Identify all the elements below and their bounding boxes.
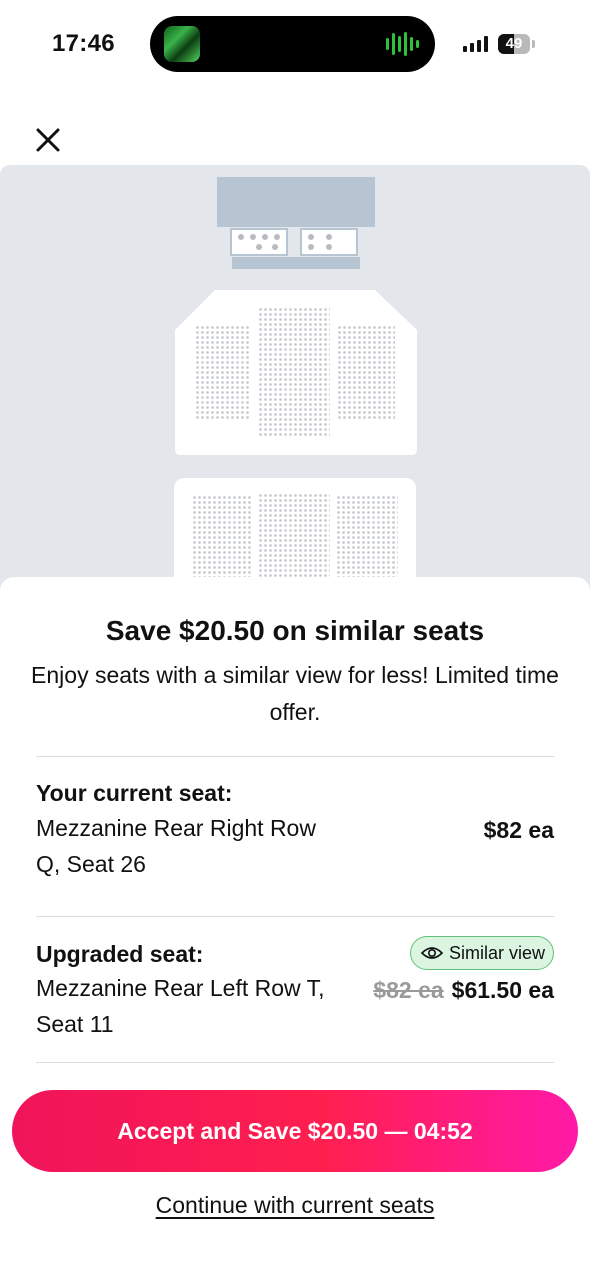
- mezzanine-seats-center: [258, 493, 330, 577]
- status-bar: 17:46 49: [0, 0, 590, 90]
- current-seat-price: $82 ea: [483, 817, 554, 843]
- close-button[interactable]: [30, 122, 66, 158]
- eye-icon: [421, 947, 443, 959]
- similar-view-badge: Similar view: [410, 936, 554, 970]
- mezzanine-seats-right: [336, 495, 398, 577]
- offer-headline: Save $20.50 on similar seats: [105, 615, 485, 646]
- battery-icon: 49: [498, 34, 536, 54]
- mezzanine-seats-left: [192, 495, 252, 577]
- stage-apron: [232, 257, 360, 269]
- continue-with-current-seats-link[interactable]: Continue with current seats: [0, 1192, 590, 1219]
- divider: [36, 1062, 554, 1063]
- seat-map[interactable]: [0, 165, 590, 605]
- upgraded-seat-price: $82 ea $61.50 ea: [373, 977, 554, 1004]
- now-playing-artwork: [164, 26, 200, 62]
- status-time: 17:46: [52, 30, 115, 57]
- divider: [36, 756, 554, 757]
- upgraded-seat-description: Mezzanine Rear Left Row T, Seat 11: [36, 975, 325, 1037]
- offer-subtext: Enjoy seats with a similar view for less…: [31, 662, 559, 725]
- box-seats-right: [300, 228, 358, 256]
- orchestra-seats-right: [337, 325, 395, 420]
- stage: [217, 177, 375, 227]
- battery-level: 49: [505, 35, 523, 52]
- orchestra-seats-center: [258, 307, 330, 437]
- original-price: $82 ea: [373, 977, 444, 1003]
- upgraded-seat-label: Upgraded seat:: [36, 941, 204, 967]
- dynamic-island: [150, 16, 435, 72]
- accept-and-save-label: Accept and Save $20.50 — 04:52: [117, 1117, 473, 1144]
- current-seat-label: Your current seat:: [36, 780, 233, 806]
- accept-and-save-button[interactable]: Accept and Save $20.50 — 04:52: [12, 1090, 578, 1172]
- similar-view-label: Similar view: [449, 942, 546, 963]
- close-icon: [36, 128, 60, 152]
- audio-waveform-icon: [386, 32, 419, 56]
- orchestra-seats-left: [195, 325, 251, 420]
- box-seats-left: [230, 228, 288, 256]
- current-seat-description: Mezzanine Rear Right Row Q, Seat 26: [36, 815, 316, 877]
- divider: [36, 916, 554, 917]
- signal-icon: [463, 36, 488, 52]
- discounted-price: $61.50 ea: [451, 977, 554, 1003]
